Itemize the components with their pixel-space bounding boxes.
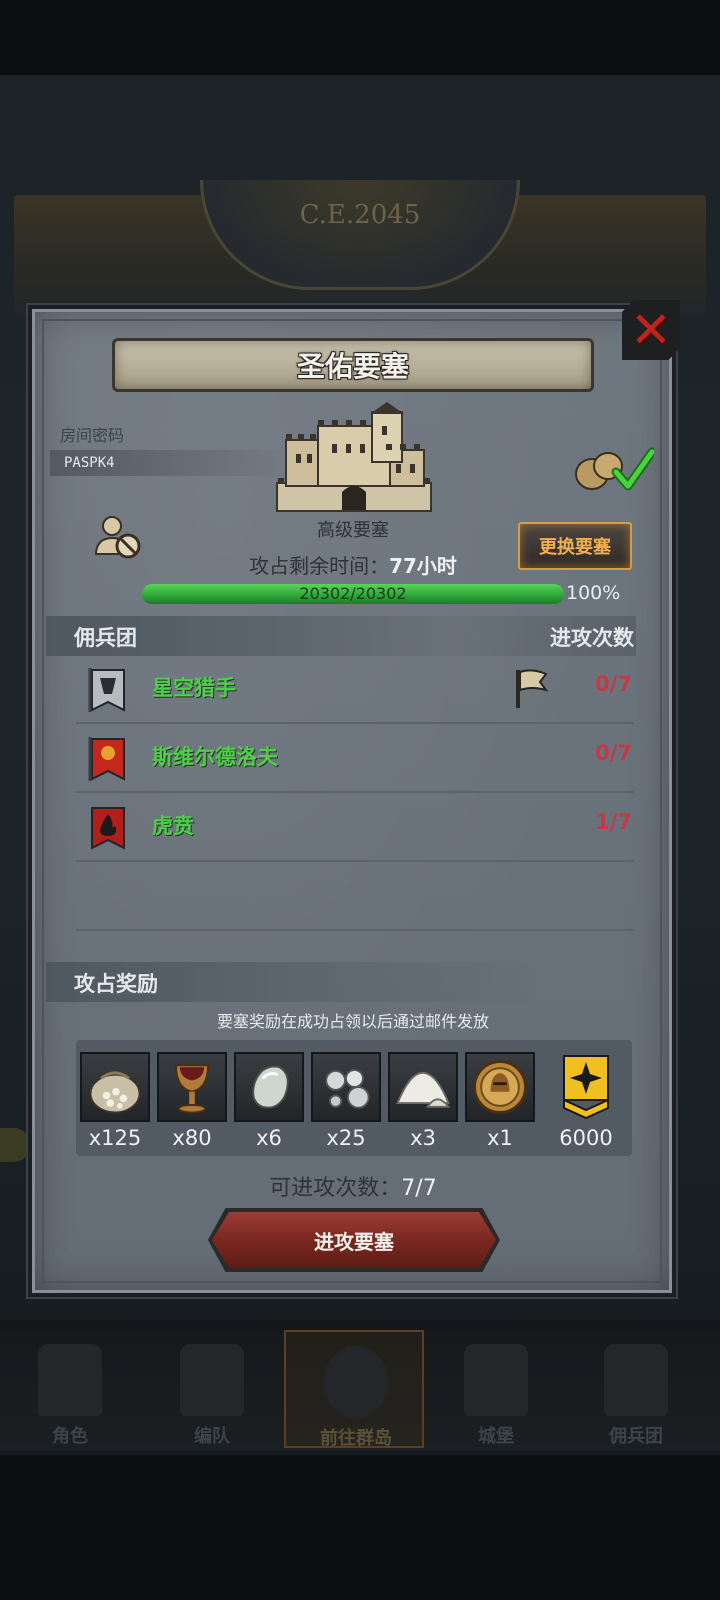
fortress-castle-icon	[276, 402, 432, 512]
nav-label: 编队	[194, 1426, 230, 1447]
reward-item[interactable]	[556, 1052, 616, 1122]
mercenary-attack-count: 0/7	[595, 672, 632, 696]
reward-item[interactable]	[80, 1052, 150, 1122]
attack-remaining: 可进攻次数：7/7	[200, 1170, 506, 1202]
time-remaining-label: 攻占剩余时间：	[249, 554, 390, 578]
attack-count-header: 进攻次数	[550, 626, 634, 650]
mercenary-banner-icon	[91, 807, 125, 850]
salt-pile-icon	[396, 1071, 451, 1108]
gem-stone-icon	[252, 1065, 289, 1109]
background-year: C.E.2045	[299, 200, 421, 230]
mercenary-banner-icon	[88, 668, 125, 712]
mercenary-section-title: 佣兵团	[74, 626, 137, 650]
reward-count: x6	[256, 1126, 282, 1150]
room-code-label: 房间密码	[60, 426, 125, 445]
change-fortress-label: 更换要塞	[539, 537, 611, 558]
nav-label: 城堡	[478, 1426, 514, 1447]
mercenary-name: 星空猎手	[152, 676, 236, 700]
mercenary-row[interactable]: 斯维尔德洛夫 0/7	[76, 725, 634, 793]
castle-icon	[464, 1344, 528, 1416]
nav-item-character[interactable]: 角色	[0, 1330, 140, 1448]
mercenary-name: 虎贲	[152, 814, 194, 838]
reward-item[interactable]	[157, 1052, 227, 1122]
title-banner: 圣佑要塞	[112, 338, 594, 392]
mercenary-row[interactable]: 虎贲 1/7	[76, 794, 634, 862]
reward-section-title: 攻占奖励	[74, 972, 158, 996]
silver-orbs-icon	[325, 1069, 370, 1109]
reward-count: x3	[410, 1126, 436, 1150]
nav-item-mercenary[interactable]: 佣兵团	[566, 1330, 706, 1448]
helmet-medal-icon	[473, 1060, 527, 1114]
reward-count: x80	[172, 1126, 212, 1150]
time-remaining-value: 77小时	[389, 554, 457, 578]
attack-remaining-value: 7/7	[401, 1176, 437, 1201]
flag-icon	[516, 669, 549, 708]
globe-icon	[324, 1346, 388, 1418]
reward-item[interactable]	[388, 1052, 458, 1122]
user-ban-icon	[95, 516, 141, 559]
mercenary-attack-count: 1/7	[595, 810, 632, 834]
rank-badge-icon	[563, 1055, 609, 1120]
fortress-hp-text: 20302/20302	[299, 584, 407, 603]
knight-icon	[38, 1344, 102, 1416]
attack-remaining-label: 可进攻次数：	[269, 1176, 402, 1201]
reward-item[interactable]	[311, 1052, 381, 1122]
reward-note: 要塞奖励在成功占领以后通过邮件发放	[216, 1012, 489, 1031]
room-code-value: PASPK4	[50, 450, 290, 476]
reward-item[interactable]	[465, 1052, 535, 1122]
close-icon: ✕	[630, 301, 672, 359]
reward-count: x125	[88, 1126, 142, 1150]
reward-count: x25	[326, 1126, 366, 1150]
reward-item[interactable]	[234, 1052, 304, 1122]
change-fortress-button[interactable]: 更换要塞	[518, 522, 632, 570]
close-button[interactable]: ✕	[622, 300, 680, 360]
mercenary-name: 斯维尔德洛夫	[152, 745, 278, 769]
mercenary-icon	[604, 1344, 668, 1416]
dialog-title: 圣佑要塞	[296, 350, 409, 383]
nav-item-islands[interactable]: ⌄ 前往群岛	[284, 1324, 424, 1449]
attack-fortress-label: 进攻要塞	[314, 1229, 394, 1254]
time-remaining: 攻占剩余时间：77小时	[200, 550, 506, 579]
nav-label: 角色	[52, 1426, 88, 1447]
mercenary-banner-icon	[88, 737, 125, 781]
mercenary-attack-count: 0/7	[595, 741, 632, 765]
nav-label: 佣兵团	[609, 1426, 663, 1447]
attack-fortress-button[interactable]: 进攻要塞	[212, 1212, 496, 1268]
formation-icon	[180, 1344, 244, 1416]
nav-item-castle[interactable]: 城堡	[426, 1330, 566, 1448]
mercenary-row[interactable]: 星空猎手 0/7	[76, 656, 634, 724]
reward-count: x1	[487, 1126, 513, 1150]
goblet-icon	[175, 1064, 209, 1114]
fortress-grade: 高级要塞	[317, 520, 389, 541]
nav-label: 前往群岛	[320, 1428, 392, 1449]
background-side-button	[0, 1128, 30, 1162]
reward-count: 6000	[559, 1126, 613, 1150]
loot-claimed-icon	[575, 447, 654, 491]
fortress-hp-percent: 100%	[566, 582, 621, 604]
grain-sack-icon	[89, 1071, 141, 1114]
nav-item-formation[interactable]: 编队	[142, 1330, 282, 1448]
mercenary-row-empty	[76, 863, 634, 931]
